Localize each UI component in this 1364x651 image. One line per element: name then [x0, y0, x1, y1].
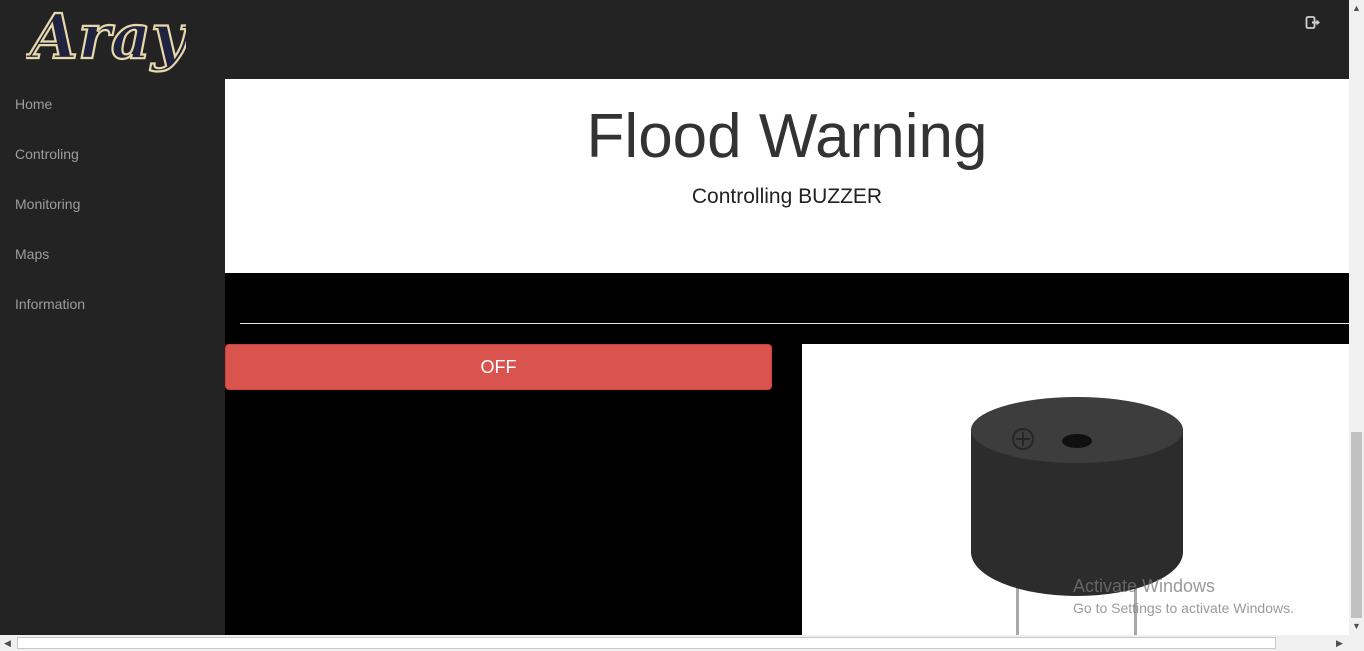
horizontal-scroll-thumb[interactable] [17, 637, 1276, 649]
page-subtitle: Controlling BUZZER [691, 185, 883, 208]
buzzer-off-button[interactable]: OFF [225, 344, 772, 390]
page-title: Flood Warning [586, 102, 988, 171]
scroll-right-icon[interactable]: ▶ [1336, 639, 1343, 648]
activate-windows-subtitle: Go to Settings to activate Windows. [1073, 600, 1294, 616]
app-root: Aray Home Controling Monitoring Maps Inf… [0, 0, 1364, 651]
activate-windows-title: Activate Windows [1073, 576, 1216, 596]
page-header: Flood Warning Controlling BUZZER [225, 79, 1349, 273]
horizontal-scrollbar[interactable]: ◀ ▶ [0, 635, 1364, 651]
sidebar-item-maps[interactable]: Maps [15, 246, 49, 262]
scroll-left-icon[interactable]: ◀ [4, 639, 11, 648]
top-navbar: Aray [0, 0, 1349, 79]
sidebar: Home Controling Monitoring Maps Informat… [0, 79, 225, 635]
sidebar-item-controling[interactable]: Controling [15, 146, 79, 162]
vertical-scrollbar[interactable]: ▲ ▼ [1349, 0, 1364, 635]
sidebar-item-monitoring[interactable]: Monitoring [15, 196, 80, 212]
brand-logo[interactable]: Aray [24, 0, 192, 79]
logout-icon[interactable] [1304, 13, 1324, 33]
scroll-down-icon[interactable]: ▼ [1352, 622, 1361, 631]
activate-windows-watermark: Activate Windows Go to Settings to activ… [1073, 576, 1294, 616]
scroll-up-icon[interactable]: ▲ [1352, 4, 1361, 13]
vertical-scroll-thumb[interactable] [1351, 432, 1362, 618]
svg-text:Aray: Aray [26, 0, 186, 73]
sidebar-item-information[interactable]: Information [15, 296, 85, 312]
divider [240, 323, 1349, 324]
sidebar-item-home[interactable]: Home [15, 96, 52, 112]
